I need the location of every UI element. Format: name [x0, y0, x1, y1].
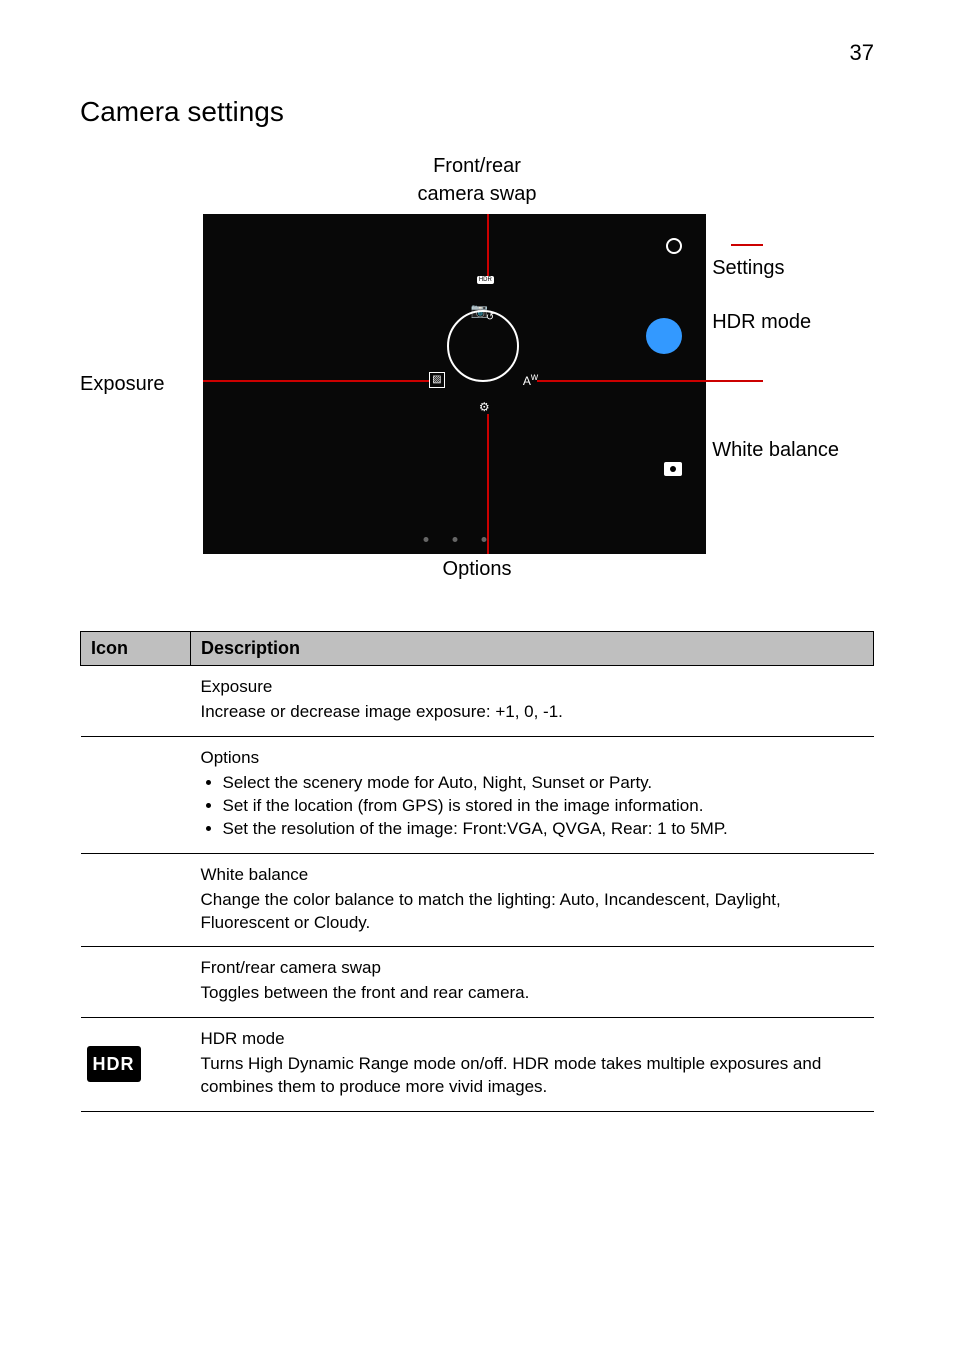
icon-cell: [81, 666, 191, 737]
hdr-callout-label: HDR mode: [712, 309, 874, 335]
desc-cell: Options Select the scenery mode for Auto…: [191, 736, 874, 853]
row-title: HDR mode: [201, 1028, 864, 1051]
bullet-item: Set the resolution of the image: Front:V…: [223, 818, 864, 841]
callout-line: [487, 414, 489, 554]
desc-cell: Front/rear camera swap Toggles between t…: [191, 947, 874, 1018]
camera-diagram: Front/rear camera swap Exposure HDR 📷 ▨ …: [80, 152, 874, 581]
page-title: Camera settings: [80, 96, 874, 128]
row-title: Front/rear camera swap: [201, 957, 864, 980]
table-row: Options Select the scenery mode for Auto…: [81, 736, 874, 853]
row-title: White balance: [201, 864, 864, 887]
callout-line: [731, 244, 763, 246]
row-title: Exposure: [201, 676, 864, 699]
right-callout-labels: Settings HDR mode White balance: [712, 279, 874, 489]
icon-cell: HDR: [81, 1018, 191, 1112]
row-title: Options: [201, 747, 864, 770]
callout-line: [203, 380, 429, 382]
table-row: HDR HDR mode Turns High Dynamic Range mo…: [81, 1018, 874, 1112]
hdr-icon: HDR: [477, 276, 494, 284]
shutter-button-icon: [646, 318, 682, 354]
table-row: AW White balance Change the color balanc…: [81, 853, 874, 947]
settings-callout-label: Settings: [712, 255, 874, 281]
icon-cell: [81, 947, 191, 1018]
th-description: Description: [191, 632, 874, 666]
top-label-2: camera swap: [80, 180, 874, 208]
callout-line: [537, 380, 763, 382]
desc-cell: White balance Change the color balance t…: [191, 853, 874, 947]
th-icon: Icon: [81, 632, 191, 666]
page-dots: [423, 537, 486, 542]
table-row: Front/rear camera swap Toggles between t…: [81, 947, 874, 1018]
page-number: 37: [80, 40, 874, 66]
camera-preview-screenshot: HDR 📷 ▨ Aw ⚙: [203, 214, 706, 554]
bullet-item: Select the scenery mode for Auto, Night,…: [223, 772, 864, 795]
top-label-1: Front/rear: [80, 152, 874, 180]
row-body: Turns High Dynamic Range mode on/off. HD…: [201, 1054, 822, 1096]
row-body: Toggles between the front and rear camer…: [201, 983, 530, 1002]
row-bullets: Select the scenery mode for Auto, Night,…: [223, 772, 864, 841]
hdr-icon: HDR: [87, 1046, 141, 1082]
table-row: Exposure Increase or decrease image expo…: [81, 666, 874, 737]
exposure-icon: ▨: [429, 372, 445, 388]
white-balance-icon: Aw: [523, 372, 538, 388]
icon-cell: [81, 736, 191, 853]
icon-cell: AW: [81, 853, 191, 947]
row-body: Increase or decrease image exposure: +1,…: [201, 702, 563, 721]
options-icon: ⚙: [479, 400, 490, 414]
settings-icon: [666, 238, 682, 254]
callout-line: [487, 214, 489, 276]
row-body: Change the color balance to match the li…: [201, 890, 781, 932]
desc-cell: HDR mode Turns High Dynamic Range mode o…: [191, 1018, 874, 1112]
exposure-callout-label: Exposure: [80, 371, 197, 397]
diagram-top-label: Front/rear camera swap: [80, 152, 874, 208]
desc-cell: Exposure Increase or decrease image expo…: [191, 666, 874, 737]
focus-circle-icon: [447, 310, 519, 382]
icon-description-table: Icon Description Exposure Increase or de…: [80, 631, 874, 1112]
wb-callout-label: White balance: [712, 437, 874, 463]
options-callout-label: Options: [80, 558, 874, 581]
mode-switch-icon: [664, 462, 682, 476]
bullet-item: Set if the location (from GPS) is stored…: [223, 795, 864, 818]
